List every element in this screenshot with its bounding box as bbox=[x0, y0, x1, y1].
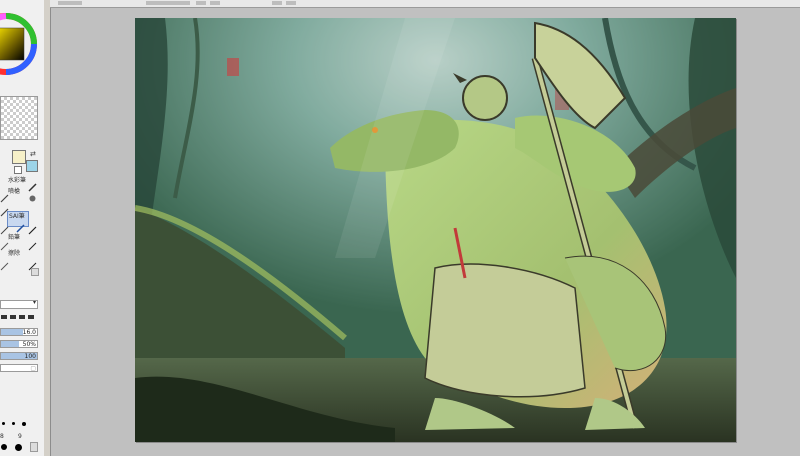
brush-shape-row[interactable] bbox=[0, 313, 38, 321]
tool-label-5: 鉛筆 bbox=[8, 234, 21, 241]
tool-label-6: 擦除 bbox=[8, 250, 21, 257]
custom-pen-icon[interactable] bbox=[16, 218, 25, 233]
eraser-icon[interactable] bbox=[0, 256, 9, 271]
density-slider[interactable]: 100 bbox=[0, 352, 38, 360]
tool-panel: ⇄ 水彩筆 噴槍 SAI筆 鉛筆 擦除 ▾ 16.0 50% 100 ▢ 8 9 bbox=[0, 0, 45, 456]
blend-mode-select[interactable]: ▾ bbox=[0, 299, 38, 309]
tool-label-1: 噴槍 bbox=[8, 188, 21, 195]
watercolor-brush-icon[interactable] bbox=[28, 177, 37, 192]
select-pen-icon[interactable] bbox=[28, 256, 37, 271]
blur-icon[interactable] bbox=[28, 188, 37, 202]
dot-preset-grid[interactable]: 8 9 bbox=[0, 420, 38, 456]
min-size-slider[interactable]: 50% bbox=[0, 340, 38, 348]
secondary-color-swatch[interactable] bbox=[26, 160, 38, 172]
swap-colors-icon[interactable]: ⇄ bbox=[30, 150, 36, 158]
texture-slider[interactable]: ▢ bbox=[0, 364, 38, 372]
pencil-icon[interactable] bbox=[0, 220, 9, 235]
binary-pen-icon[interactable] bbox=[28, 236, 37, 251]
brush-icon[interactable] bbox=[0, 202, 9, 217]
pen-icon[interactable] bbox=[28, 220, 37, 235]
brush-size-value: 16.0 bbox=[22, 329, 36, 336]
min-size-value: 50% bbox=[22, 341, 36, 348]
tool-label-0: 水彩筆 bbox=[8, 177, 27, 184]
artwork-canvas[interactable] bbox=[135, 18, 736, 442]
canvas-tab-strip bbox=[50, 0, 800, 8]
primary-color-swatch[interactable] bbox=[12, 150, 26, 164]
crocodile-warrior-painting bbox=[135, 18, 736, 442]
transparency-swatch[interactable] bbox=[0, 96, 38, 140]
brush-size-slider[interactable]: 16.0 bbox=[0, 328, 38, 336]
chevron-down-icon: ▾ bbox=[32, 299, 36, 306]
transparent-color-button[interactable] bbox=[14, 166, 22, 174]
marker-icon[interactable] bbox=[0, 236, 9, 251]
panel-splitter[interactable] bbox=[44, 0, 51, 456]
tool-scroll-down-button[interactable] bbox=[31, 268, 39, 276]
dot-size-label-9: 9 bbox=[18, 433, 22, 440]
dot-size-label-8: 8 bbox=[0, 433, 4, 440]
density-value: 100 bbox=[24, 353, 36, 360]
texture-value-icon: ▢ bbox=[30, 365, 36, 372]
preset-scroll-button[interactable] bbox=[30, 442, 38, 452]
tool-grid: 水彩筆 噴槍 SAI筆 鉛筆 擦除 bbox=[0, 176, 38, 271]
color-wheel[interactable] bbox=[0, 0, 44, 90]
